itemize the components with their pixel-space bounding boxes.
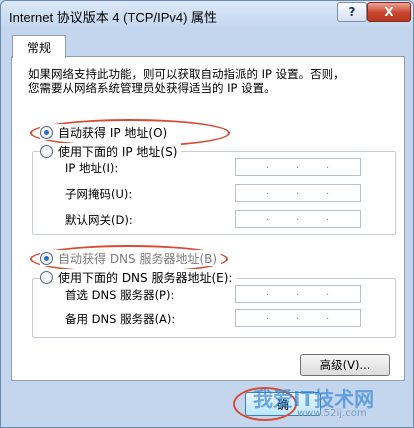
alternate-dns-label: 备用 DNS 服务器(A): (65, 312, 176, 326)
default-gateway-field[interactable]: ... (235, 210, 361, 228)
help-button[interactable]: ? (337, 2, 367, 22)
alternate-dns-field[interactable]: ... (235, 309, 361, 327)
intro-line-2: 您需要从网络系统管理员处获得适当的 IP 设置。 (28, 81, 276, 95)
radio-dns-auto[interactable]: 自动获得 DNS 服务器地址(B) (40, 250, 222, 266)
close-button[interactable]: X (367, 2, 411, 22)
radio-dns-manual[interactable]: 使用下面的 DNS 服务器地址(E): (40, 269, 237, 285)
subnet-mask-label: 子网掩码(U): (65, 187, 133, 201)
subnet-mask-field[interactable]: ... (235, 184, 361, 202)
intro-text: 如果网络支持此功能，则可以获取自动指派的 IP 设置。否则， 您需要从网络系统管… (28, 67, 390, 95)
radio-ip-auto[interactable]: 自动获得 IP 地址(O) (40, 124, 172, 140)
watermark-url: www.52ij.com (297, 408, 367, 419)
ip-address-group: IP 地址(I): 子网掩码(U): 默认网关(D): ... ... ... (32, 151, 396, 235)
window-title: Internet 协议版本 4 (TCP/IPv4) 属性 (9, 10, 218, 25)
preferred-dns-label: 首选 DNS 服务器(P): (65, 288, 175, 302)
preferred-dns-field[interactable]: ... (235, 285, 361, 303)
advanced-button[interactable]: 高级(V)... (300, 354, 390, 376)
tab-general[interactable]: 常规 (12, 35, 66, 58)
default-gateway-label: 默认网关(D): (65, 213, 133, 227)
radio-unselected-icon (40, 144, 53, 158)
dialog-window: Internet 协议版本 4 (TCP/IPv4) 属性 ? X 常规 如果网… (0, 0, 414, 428)
radio-ip-manual-label: 使用下面的 IP 地址(S) (58, 144, 178, 159)
dns-server-group: 首选 DNS 服务器(P): 备用 DNS 服务器(A): ... ... (32, 278, 396, 338)
general-panel: 如果网络支持此功能，则可以获取自动指派的 IP 设置。否则， 您需要从网络系统管… (11, 56, 405, 381)
radio-selected-icon (40, 125, 53, 139)
radio-selected-icon (40, 251, 53, 265)
radio-unselected-icon (40, 270, 53, 284)
radio-dns-manual-label: 使用下面的 DNS 服务器地址(E): (58, 270, 233, 285)
ip-address-label: IP 地址(I): (65, 161, 119, 175)
radio-dns-auto-label: 自动获得 DNS 服务器地址(B) (58, 251, 218, 266)
radio-ip-manual[interactable]: 使用下面的 IP 地址(S) (40, 143, 182, 159)
radio-ip-auto-label: 自动获得 IP 地址(O) (58, 125, 168, 140)
title-bar: Internet 协议版本 4 (TCP/IPv4) 属性 ? X (1, 1, 413, 29)
intro-line-1: 如果网络支持此功能，则可以获取自动指派的 IP 设置。否则， (28, 67, 345, 81)
ip-address-field[interactable]: ... (235, 158, 361, 176)
